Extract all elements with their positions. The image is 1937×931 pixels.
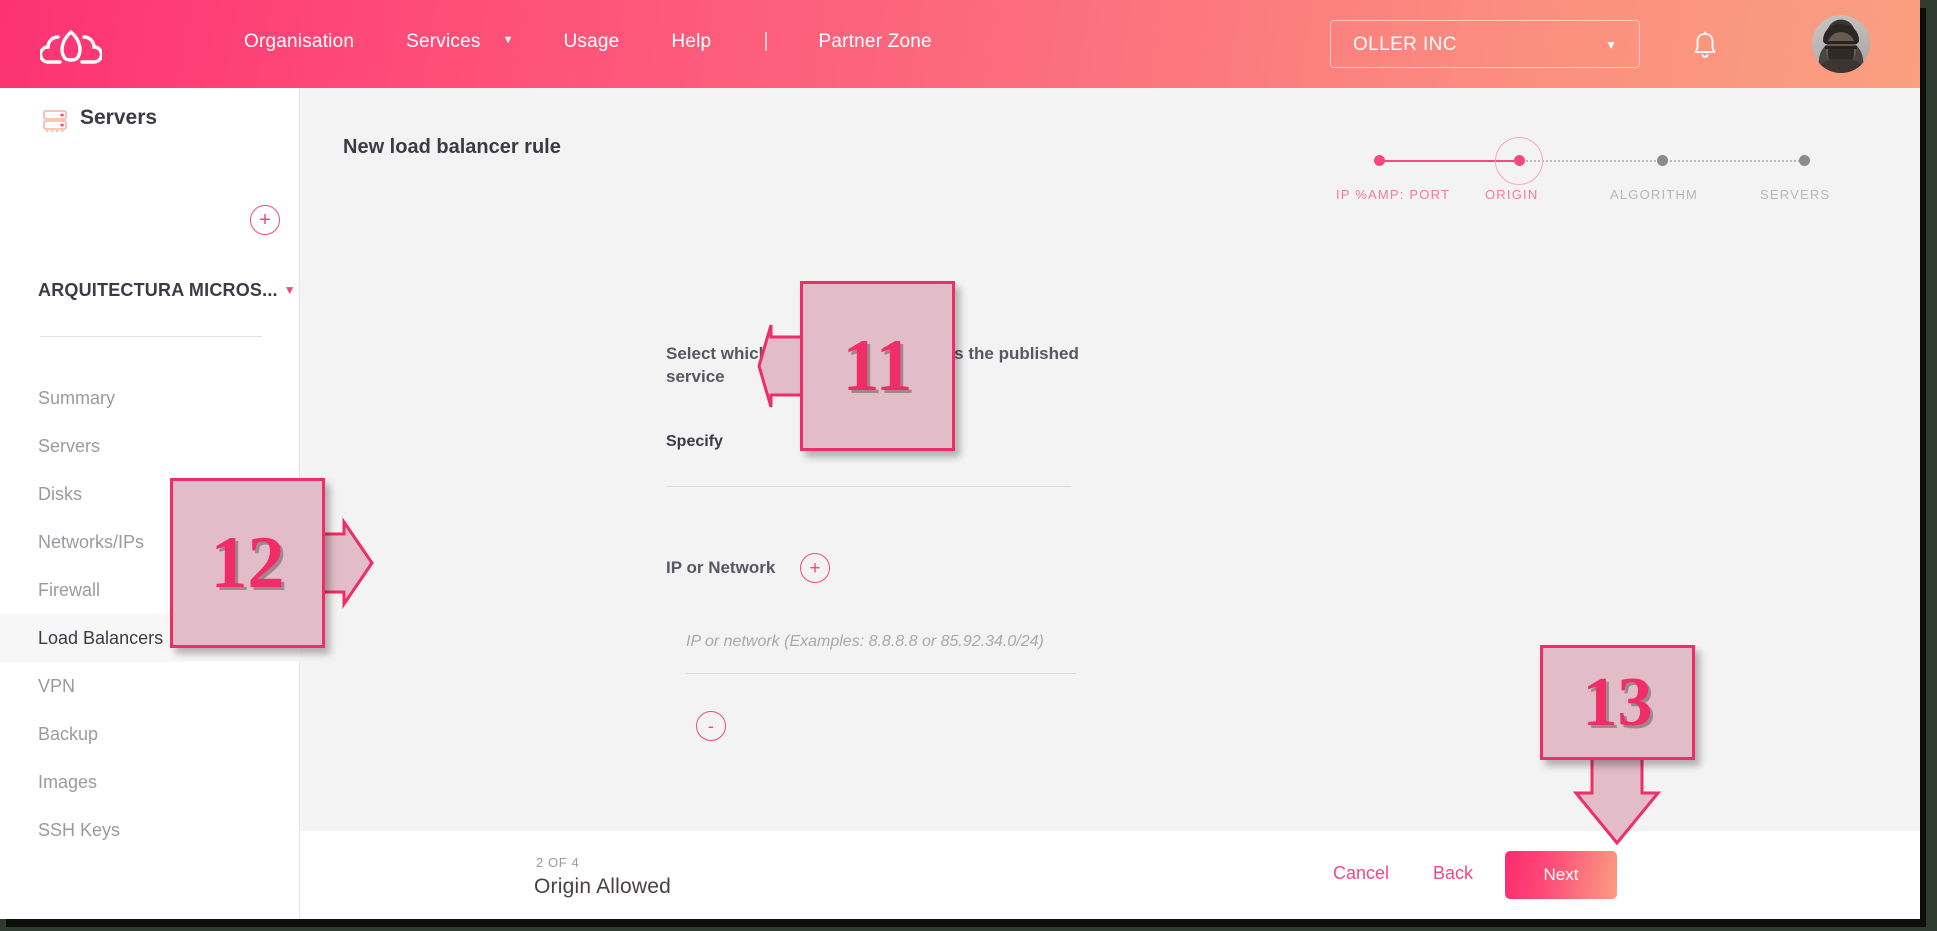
annotation-callout-12: 12 — [170, 478, 374, 648]
origin-mode-underline — [666, 486, 1071, 487]
annotation-box-11: 11 — [800, 281, 955, 451]
sidebar-item-backup[interactable]: Backup — [0, 710, 300, 758]
sidebar-item-label: Backup — [38, 723, 99, 744]
nav-item-usage[interactable]: Usage — [564, 31, 620, 53]
annotation-callout-13: 13 — [1540, 645, 1695, 855]
cloud-logo-icon[interactable] — [38, 18, 104, 70]
avatar-glasses — [1825, 40, 1857, 49]
sidebar-item-images[interactable]: Images — [0, 758, 300, 806]
organisation-selector-value: OLLER INC — [1353, 34, 1457, 55]
server-rack-icon — [40, 105, 70, 135]
annotation-callout-11: 11 — [755, 281, 955, 451]
annotation-number-12: 12 — [210, 522, 285, 604]
annotation-arrow-down-icon — [1540, 743, 1695, 862]
sidebar-item-label: Servers — [38, 435, 101, 456]
sidebar-divider — [40, 336, 262, 337]
nav-item-services[interactable]: Services — [406, 31, 480, 53]
sidebar-header: Servers — [0, 88, 300, 150]
screenshot-root: Organisation Services ▼ Usage Help | Par… — [0, 0, 1937, 931]
nav-item-help[interactable]: Help — [671, 31, 711, 53]
project-selector[interactable]: ARQUITECTURA MICROS... ▼ — [38, 280, 296, 301]
ip-input-underline — [686, 673, 1076, 674]
annotation-number-11: 11 — [842, 325, 913, 407]
annotation-box-13: 13 — [1540, 645, 1695, 760]
sidebar-item-summary[interactable]: Summary — [0, 374, 300, 422]
ip-or-network-input[interactable] — [686, 633, 1076, 673]
chevron-down-icon: ▼ — [283, 283, 296, 297]
ip-or-network-label: IP or Network — [666, 558, 776, 577]
add-server-button[interactable]: + — [250, 205, 280, 235]
nav-item-partner-zone[interactable]: Partner Zone — [819, 31, 932, 53]
sidebar-item-label: Firewall — [38, 579, 101, 600]
avatar[interactable] — [1812, 15, 1870, 73]
avatar-shoulders — [1815, 59, 1867, 73]
annotation-box-12: 12 — [170, 478, 325, 648]
chevron-down-icon[interactable]: ▼ — [503, 34, 514, 46]
sidebar-item-label: Images — [38, 771, 98, 792]
cancel-button[interactable]: Cancel — [1333, 863, 1389, 884]
sidebar-item-label: Summary — [38, 387, 116, 408]
page-title: Servers — [80, 106, 158, 129]
footer-step-count: 2 OF 4 — [536, 855, 580, 870]
footer-step-name: Origin Allowed — [534, 875, 672, 898]
sidebar-item-label: Networks/IPs — [38, 531, 145, 552]
add-ip-button[interactable]: + — [800, 553, 830, 583]
sidebar-item-label: VPN — [38, 675, 76, 696]
nav-separator: | — [763, 30, 769, 52]
remove-ip-button[interactable]: - — [696, 711, 726, 741]
top-navigation-bar: Organisation Services ▼ Usage Help | Par… — [0, 0, 1920, 88]
chevron-down-icon: ▼ — [1605, 38, 1617, 52]
back-button[interactable]: Back — [1433, 863, 1473, 884]
sidebar-item-label: Load Balancers — [38, 627, 164, 648]
notification-bell-icon[interactable] — [1690, 30, 1720, 62]
project-selector-label: ARQUITECTURA MICROS... — [38, 280, 278, 300]
sidebar-item-vpn[interactable]: VPN — [0, 662, 300, 710]
sidebar-item-label: Disks — [38, 483, 82, 504]
nav-item-organisation[interactable]: Organisation — [244, 31, 354, 53]
sidebar-item-ssh-keys[interactable]: SSH Keys — [0, 806, 300, 854]
organisation-selector[interactable]: OLLER INC ▼ — [1330, 20, 1640, 68]
ip-input-row — [686, 633, 1076, 674]
annotation-number-13: 13 — [1582, 663, 1653, 741]
sidebar-item-servers[interactable]: Servers — [0, 422, 300, 470]
sidebar-item-label: SSH Keys — [38, 819, 121, 840]
main-nav: Organisation Services ▼ Usage Help | Par… — [244, 30, 984, 53]
